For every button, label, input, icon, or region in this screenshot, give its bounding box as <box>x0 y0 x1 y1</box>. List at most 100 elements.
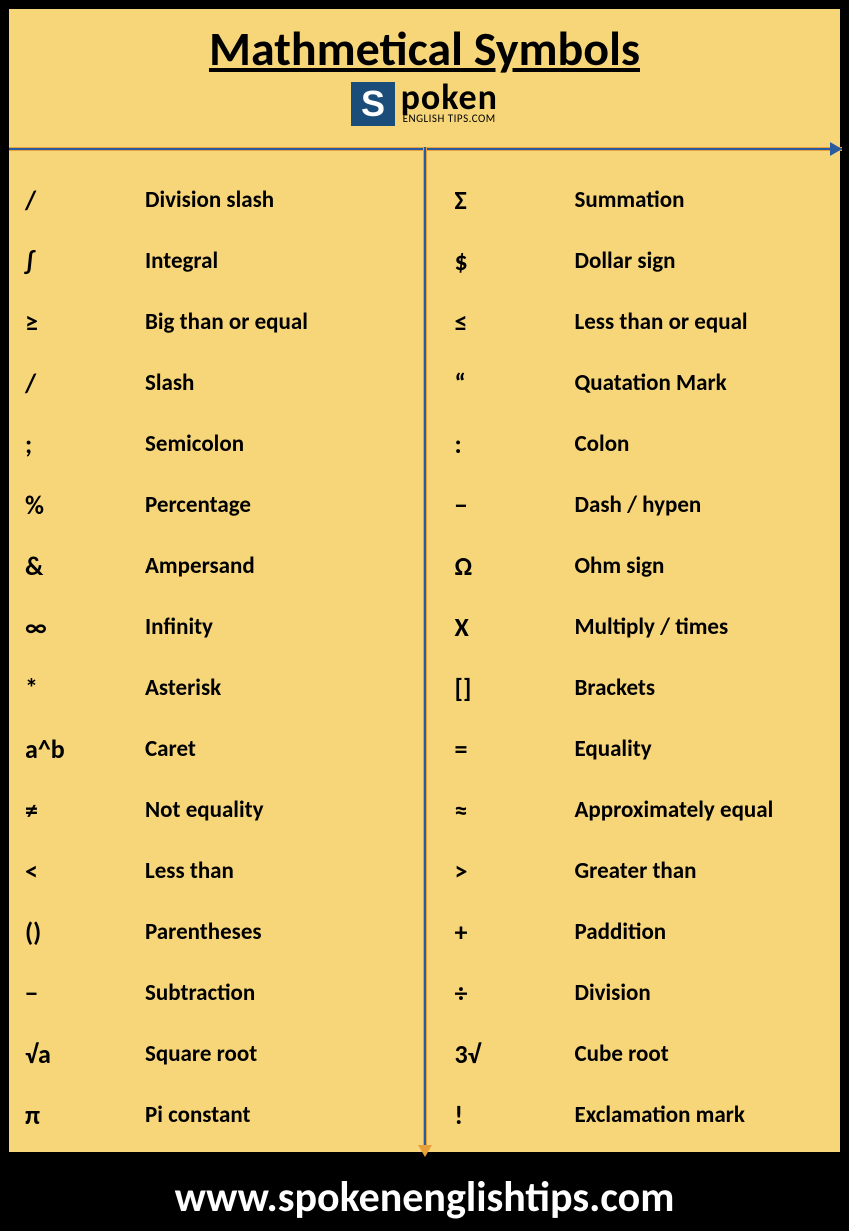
symbol-name: Division <box>575 979 651 1007</box>
symbol-name: Approximately equal <box>575 796 774 824</box>
symbol-row: []Brackets <box>455 657 825 718</box>
symbol-name: Exclamation mark <box>575 1101 745 1129</box>
symbol-glyph: Σ <box>455 184 575 216</box>
symbol-glyph: / <box>25 184 145 216</box>
symbol-row: “Quatation Mark <box>455 352 825 413</box>
symbol-name: Multiply / times <box>575 613 729 641</box>
symbol-glyph: % <box>25 489 145 521</box>
logo-s-box: S <box>351 82 395 126</box>
symbol-row: &Ampersand <box>25 535 409 596</box>
symbol-glyph: “ <box>455 367 575 399</box>
symbol-glyph: Ω <box>455 550 575 582</box>
symbol-row: ΣSummation <box>455 169 825 230</box>
symbol-name: Brackets <box>575 674 656 702</box>
symbol-glyph: ! <box>455 1099 575 1131</box>
arrow-down-icon <box>418 1145 432 1157</box>
symbol-row: ()Parentheses <box>25 901 409 962</box>
left-column: /Division slash∫Integral≥Big than or equ… <box>9 169 425 1145</box>
symbol-glyph: = <box>455 733 575 765</box>
symbol-name: Pi constant <box>145 1101 250 1129</box>
symbol-glyph: & <box>25 550 145 582</box>
symbol-row: ≠Not equality <box>25 779 409 840</box>
symbol-glyph: + <box>455 916 575 948</box>
symbol-glyph: 3√ <box>455 1038 575 1070</box>
symbol-row: XMultiply / times <box>455 596 825 657</box>
symbol-name: Greater than <box>575 857 697 885</box>
symbol-name: Caret <box>145 735 196 763</box>
symbol-row: >Greater than <box>455 840 825 901</box>
symbol-glyph: () <box>25 916 145 948</box>
symbol-row: πPi constant <box>25 1084 409 1145</box>
logo-sub: ENGLISH TIPS.COM <box>403 112 498 125</box>
columns: /Division slash∫Integral≥Big than or equ… <box>9 169 840 1145</box>
symbol-name: Semicolon <box>145 430 244 458</box>
symbol-name: Subtraction <box>145 979 255 1007</box>
symbol-name: Integral <box>145 247 218 275</box>
symbol-glyph: ≥ <box>25 306 145 338</box>
symbol-name: Dash / hypen <box>575 491 702 519</box>
symbol-name: Asterisk <box>145 674 221 702</box>
symbol-name: Infinity <box>145 613 213 641</box>
symbol-row: %Percentage <box>25 474 409 535</box>
arrow-right-icon <box>830 142 842 156</box>
symbol-name: Quatation Mark <box>575 369 727 397</box>
symbol-glyph: * <box>25 672 145 704</box>
symbol-glyph: : <box>455 428 575 460</box>
symbol-row: a^bCaret <box>25 718 409 779</box>
symbol-row: ≤Less than or equal <box>455 291 825 352</box>
symbol-name: Cube root <box>575 1040 669 1068</box>
symbol-row: !Exclamation mark <box>455 1084 825 1145</box>
symbol-glyph: ÷ <box>455 977 575 1009</box>
symbol-row: ΩOhm sign <box>455 535 825 596</box>
symbol-row: ÷Division <box>455 962 825 1023</box>
symbol-row: +Paddition <box>455 901 825 962</box>
footer-url: www.spokenenglishtips.com <box>175 1172 675 1223</box>
symbol-name: Not equality <box>145 796 263 824</box>
symbol-glyph: ≈ <box>455 794 575 826</box>
symbol-name: Ohm sign <box>575 552 665 580</box>
symbol-row: ≥Big than or equal <box>25 291 409 352</box>
content-card: Mathmetical Symbols S poken ENGLISH TIPS… <box>8 8 841 1153</box>
symbol-name: Dollar sign <box>575 247 676 275</box>
symbol-glyph: < <box>25 855 145 887</box>
page-title: Mathmetical Symbols <box>9 19 840 78</box>
symbol-name: Ampersand <box>145 552 255 580</box>
symbol-name: Less than or equal <box>575 308 748 336</box>
symbol-row: −Dash / hypen <box>455 474 825 535</box>
symbol-glyph: a^b <box>25 733 145 765</box>
symbol-row: $Dollar sign <box>455 230 825 291</box>
symbol-name: Paddition <box>575 918 667 946</box>
symbol-name: Less than <box>145 857 234 885</box>
symbol-row: *Asterisk <box>25 657 409 718</box>
symbol-glyph: [] <box>455 672 575 704</box>
symbol-row: :Colon <box>455 413 825 474</box>
symbol-glyph: ≠ <box>25 794 145 826</box>
symbol-name: Equality <box>575 735 652 763</box>
symbol-name: Parentheses <box>145 918 262 946</box>
symbol-glyph: ; <box>25 428 145 460</box>
symbol-row: /Division slash <box>25 169 409 230</box>
symbol-row: ∫Integral <box>25 230 409 291</box>
symbol-row: ≈Approximately equal <box>455 779 825 840</box>
symbol-row: 3√Cube root <box>455 1023 825 1084</box>
symbol-row: −Subtraction <box>25 962 409 1023</box>
symbol-row: /Slash <box>25 352 409 413</box>
symbol-glyph: − <box>25 977 145 1009</box>
symbol-name: Big than or equal <box>145 308 308 336</box>
right-column: ΣSummation$Dollar sign≤Less than or equa… <box>425 169 841 1145</box>
symbol-row: ∞Infinity <box>25 596 409 657</box>
symbol-row: =Equality <box>455 718 825 779</box>
symbol-glyph: ≤ <box>455 306 575 338</box>
symbol-row: ;Semicolon <box>25 413 409 474</box>
logo-text: poken ENGLISH TIPS.COM <box>401 83 498 125</box>
symbol-glyph: X <box>455 611 575 643</box>
symbol-glyph: > <box>455 855 575 887</box>
symbol-row: √aSquare root <box>25 1023 409 1084</box>
symbol-glyph: $ <box>455 245 575 277</box>
logo-main: poken <box>401 83 498 112</box>
logo: S poken ENGLISH TIPS.COM <box>9 82 840 126</box>
symbol-name: Percentage <box>145 491 251 519</box>
symbol-glyph: / <box>25 367 145 399</box>
symbol-glyph: − <box>455 489 575 521</box>
symbol-row: <Less than <box>25 840 409 901</box>
